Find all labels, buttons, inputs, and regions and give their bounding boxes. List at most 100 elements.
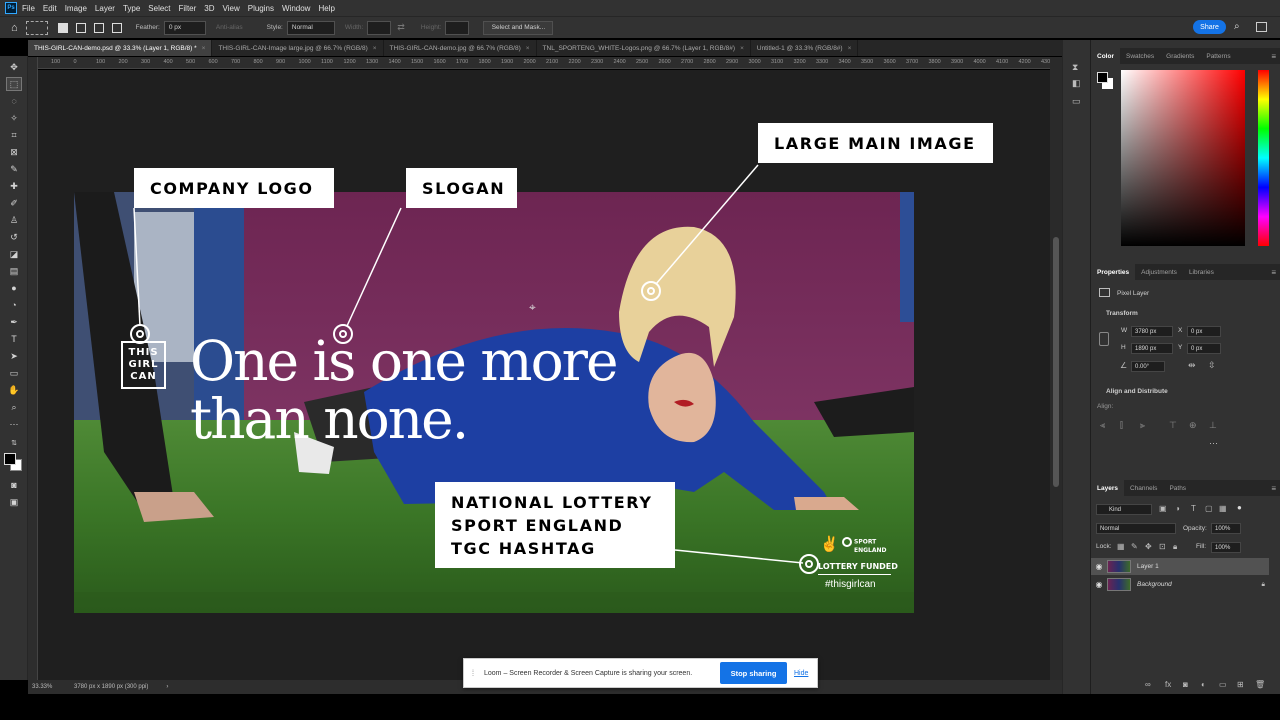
align-top-icon[interactable]: ⊤ xyxy=(1169,420,1177,431)
tab-document[interactable]: THIS-GIRL-CAN-Image large.jpg @ 66.7% (R… xyxy=(212,40,384,56)
subtract-selection-icon[interactable] xyxy=(93,22,104,33)
lock-artboard-icon[interactable]: ⊡ xyxy=(1159,542,1166,551)
lock-all-icon[interactable]: 🔒︎ xyxy=(1173,542,1177,552)
document-info[interactable]: 3780 px x 1890 px (300 ppi) xyxy=(74,684,148,690)
tab-swatches[interactable]: Swatches xyxy=(1120,48,1160,64)
hue-slider[interactable] xyxy=(1258,70,1269,246)
menu-filter[interactable]: Filter xyxy=(179,4,197,13)
quick-mask-icon[interactable]: ◙ xyxy=(6,478,22,492)
foreground-color-chip[interactable] xyxy=(1097,72,1108,83)
path-selection-icon[interactable]: ➤ xyxy=(6,349,22,363)
menu-3d[interactable]: 3D xyxy=(204,4,214,13)
menu-plugins[interactable]: Plugins xyxy=(248,4,274,13)
marquee-tool-icon[interactable]: ⬚ xyxy=(6,77,22,91)
tab-color[interactable]: Color xyxy=(1091,48,1120,64)
width-input[interactable] xyxy=(367,20,392,35)
link-layers-icon[interactable]: ∞ xyxy=(1145,680,1151,689)
eyedropper-icon[interactable]: ✎ xyxy=(6,162,22,176)
hide-link[interactable]: Hide xyxy=(794,670,808,677)
height-field[interactable]: 1890 px xyxy=(1131,343,1173,354)
antialias-checkbox[interactable]: Anti-alias xyxy=(216,24,243,31)
history-brush-icon[interactable]: ↺ xyxy=(6,230,22,244)
hand-tool-icon[interactable]: ✋ xyxy=(6,383,22,397)
close-icon[interactable]: × xyxy=(373,45,377,52)
tab-patterns[interactable]: Patterns xyxy=(1200,48,1236,64)
new-group-icon[interactable]: ▭ xyxy=(1219,680,1227,689)
vertical-scrollbar[interactable] xyxy=(1050,57,1062,680)
more-tools-icon[interactable]: ⋯ xyxy=(6,417,22,431)
tab-adjustments[interactable]: Adjustments xyxy=(1135,264,1183,280)
color-field[interactable] xyxy=(1121,70,1245,246)
layer-name[interactable]: Background xyxy=(1137,581,1172,588)
zoom-level[interactable]: 33.33% xyxy=(32,684,70,690)
add-selection-icon[interactable] xyxy=(75,22,86,33)
foreground-color-swatch[interactable] xyxy=(4,453,16,465)
delete-layer-icon[interactable]: 🗑︎ xyxy=(1255,680,1265,689)
screen-mode-icon[interactable]: ▣ xyxy=(6,495,22,509)
eye-icon[interactable]: ◉ xyxy=(1091,562,1107,571)
crop-tool-icon[interactable]: ⌗ xyxy=(6,128,22,142)
flip-vertical-icon[interactable]: ⇳ xyxy=(1208,360,1216,371)
adjustment-layer-icon[interactable]: ◐ xyxy=(1201,680,1206,689)
lock-transparent-icon[interactable]: ▦ xyxy=(1117,542,1125,551)
clone-stamp-icon[interactable]: ♙ xyxy=(6,213,22,227)
height-input[interactable] xyxy=(445,20,470,35)
search-icon[interactable]: ⌕ xyxy=(1234,21,1240,32)
width-field[interactable]: 3780 px xyxy=(1131,326,1173,337)
add-mask-icon[interactable]: ◙ xyxy=(1183,680,1188,689)
lasso-tool-icon[interactable]: ◌ xyxy=(6,94,22,108)
chevron-right-icon[interactable]: › xyxy=(166,684,168,690)
close-icon[interactable]: × xyxy=(848,45,852,52)
drag-handle-icon[interactable]: ⁞ xyxy=(468,668,478,678)
move-tool-icon[interactable]: ✥ xyxy=(6,60,22,74)
menu-help[interactable]: Help xyxy=(318,4,334,13)
tab-paths[interactable]: Paths xyxy=(1163,480,1192,496)
tab-channels[interactable]: Channels xyxy=(1124,480,1163,496)
gradient-tool-icon[interactable]: ▤ xyxy=(6,264,22,278)
close-icon[interactable]: × xyxy=(740,45,744,52)
menu-file[interactable]: File xyxy=(22,4,35,13)
filter-toggle-icon[interactable]: ● xyxy=(1237,503,1242,512)
layer-style-icon[interactable]: fx xyxy=(1165,680,1171,689)
panel-menu-icon[interactable]: ≡ xyxy=(1271,484,1276,493)
filter-adjust-icon[interactable]: ◑ xyxy=(1175,504,1180,513)
y-field[interactable]: 0 px xyxy=(1187,343,1221,354)
layer-row[interactable]: ◉ Background 🔒︎ xyxy=(1091,576,1269,593)
menu-window[interactable]: Window xyxy=(282,4,310,13)
align-right-icon[interactable]: ⫸ xyxy=(1140,420,1145,431)
new-layer-icon[interactable]: ⊞ xyxy=(1237,680,1244,689)
lock-pixels-icon[interactable]: ✎ xyxy=(1131,542,1138,551)
filter-smart-icon[interactable]: ▦ xyxy=(1219,504,1227,513)
adjustments-panel-icon[interactable]: ◧ xyxy=(1072,78,1081,89)
fill-field[interactable]: 100% xyxy=(1211,542,1241,553)
tab-document[interactable]: TNL_SPORTENG_WHITE-Logos.png @ 66.7% (La… xyxy=(537,40,751,56)
frame-tool-icon[interactable]: ⊠ xyxy=(6,145,22,159)
healing-brush-icon[interactable]: ✚ xyxy=(6,179,22,193)
brush-tool-icon[interactable]: ✐ xyxy=(6,196,22,210)
blend-mode-select[interactable]: Normal xyxy=(1096,523,1176,534)
marquee-preset-icon[interactable] xyxy=(25,20,48,35)
history-panel-icon[interactable]: ⧗ xyxy=(1072,62,1078,73)
close-icon[interactable]: × xyxy=(526,45,530,52)
layer-kind-filter[interactable]: Kind xyxy=(1096,504,1152,515)
swap-icon[interactable]: ⇄ xyxy=(397,22,405,33)
blur-tool-icon[interactable]: ● xyxy=(6,281,22,295)
panel-menu-icon[interactable]: ≡ xyxy=(1271,268,1276,277)
style-select[interactable]: Normal xyxy=(286,20,335,35)
link-icon[interactable] xyxy=(1099,332,1109,346)
panel-menu-icon[interactable]: ≡ xyxy=(1271,52,1276,61)
align-left-icon[interactable]: ⫷ xyxy=(1100,420,1105,431)
menu-edit[interactable]: Edit xyxy=(43,4,57,13)
stop-sharing-button[interactable]: Stop sharing xyxy=(720,662,787,684)
rectangle-tool-icon[interactable]: ▭ xyxy=(6,366,22,380)
menu-layer[interactable]: Layer xyxy=(95,4,115,13)
tab-document[interactable]: Untitled-1 @ 33.3% (RGB/8#) × xyxy=(751,40,859,56)
transform-header[interactable]: Transform xyxy=(1106,310,1138,317)
x-field[interactable]: 0 px xyxy=(1187,326,1221,337)
angle-field[interactable]: 0.00° xyxy=(1131,361,1165,372)
workspace-icon[interactable] xyxy=(1256,22,1267,32)
select-and-mask-button[interactable]: Select and Mask... xyxy=(483,20,554,35)
tab-document[interactable]: THIS-GIRL-CAN-demo.psd @ 33.3% (Layer 1,… xyxy=(28,40,213,56)
close-icon[interactable]: × xyxy=(202,45,206,52)
eraser-icon[interactable]: ◪ xyxy=(6,247,22,261)
